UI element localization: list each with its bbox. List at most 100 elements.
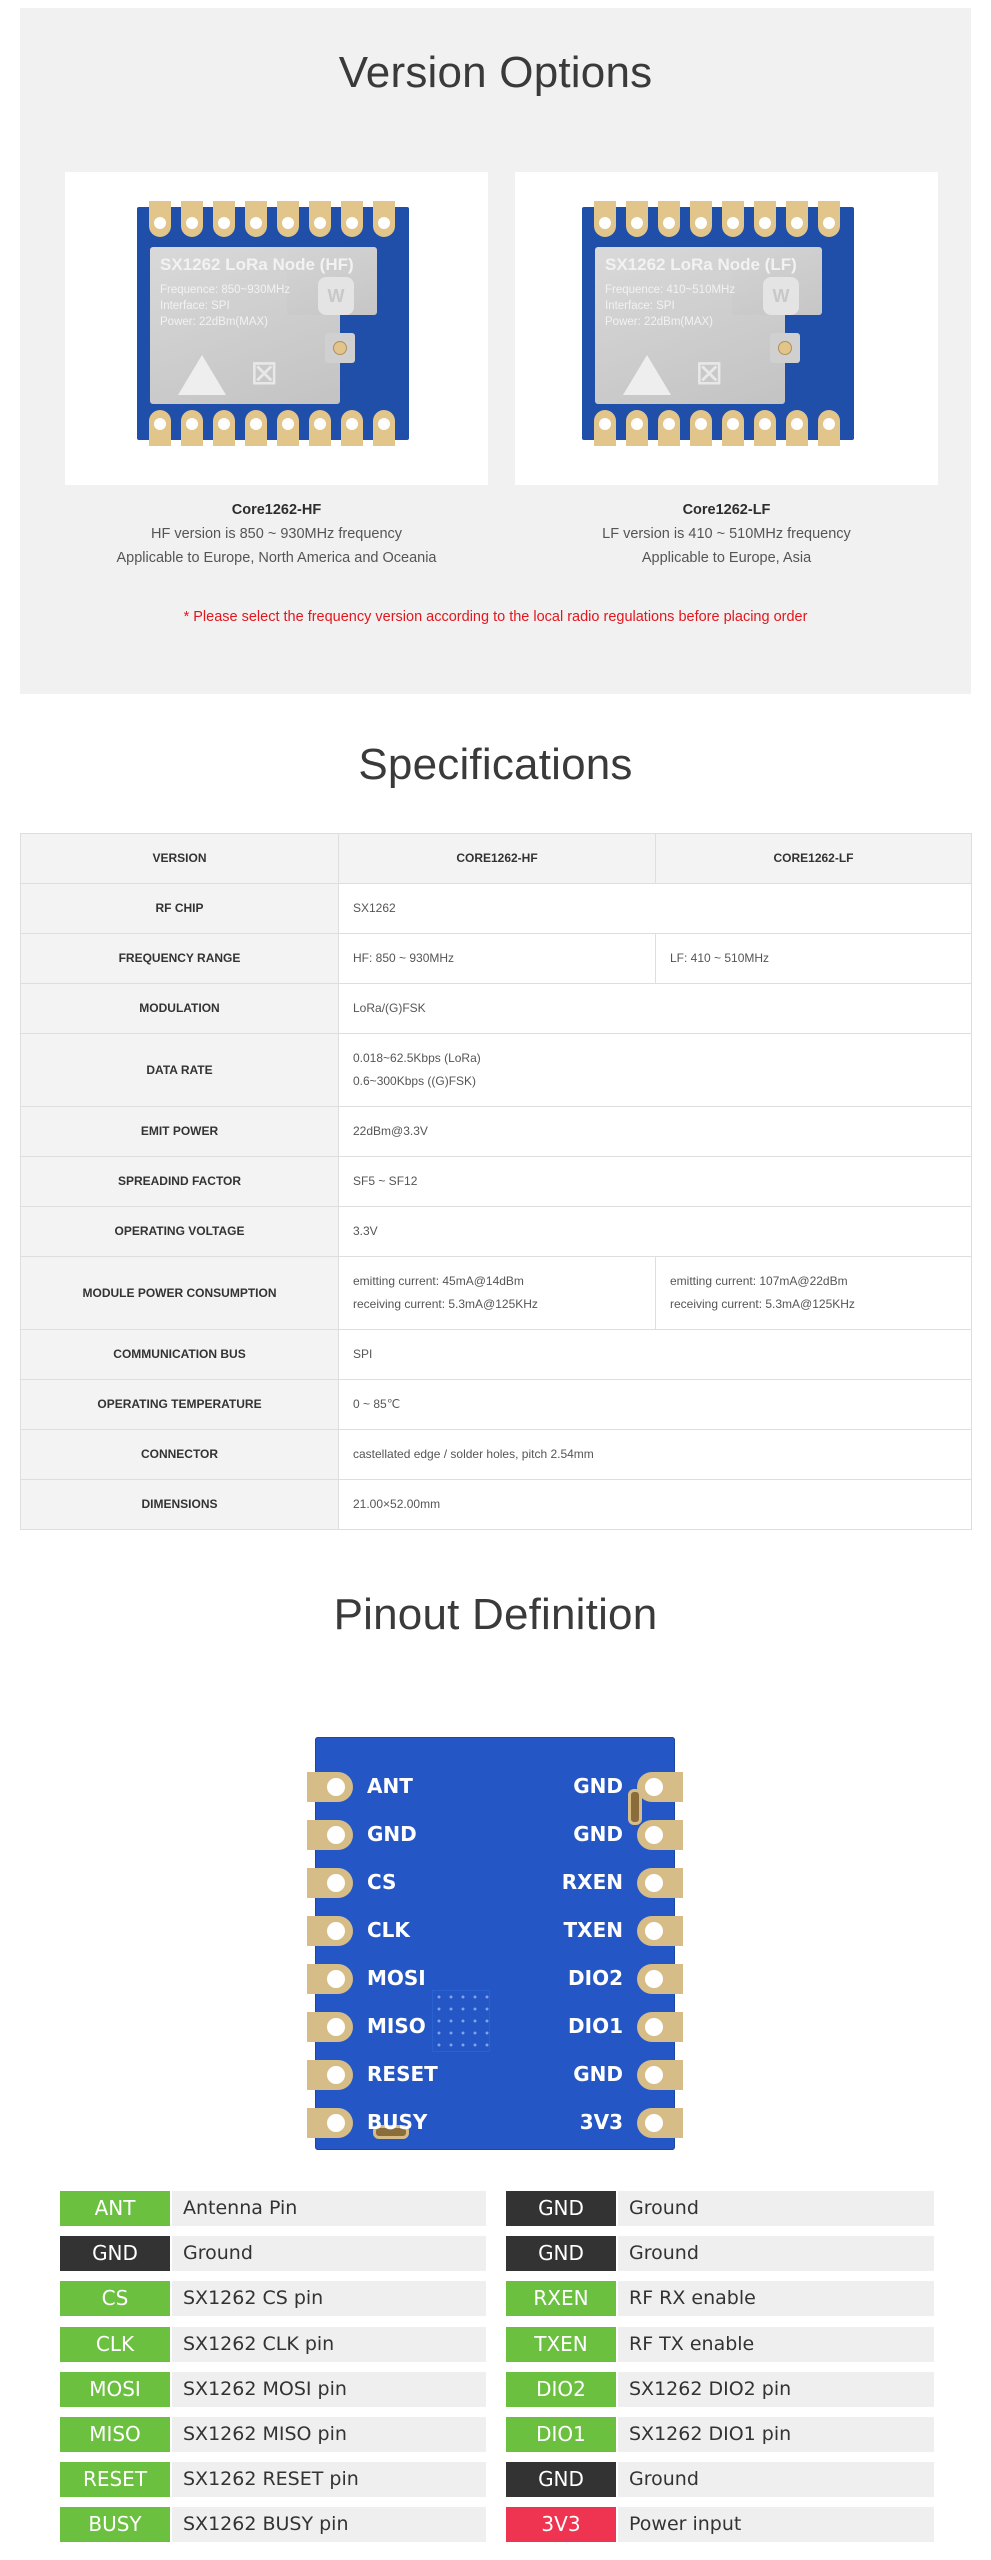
lf-module-image: SX1262 LoRa Node (LF) Frequence: 410~510…	[582, 201, 854, 446]
pin-row: RESET SX1262 RESET pin	[60, 2462, 486, 2497]
spec-key: MODULATION	[20, 983, 339, 1034]
table-row: DIMENSIONS 21.00×52.00mm	[20, 1479, 972, 1530]
pin-name-badge: BUSY	[60, 2507, 170, 2542]
board-pin-label-left: GND	[367, 1822, 417, 1846]
pin-name-badge: MOSI	[60, 2372, 170, 2407]
pin-row: ANT Antenna Pin	[60, 2191, 486, 2226]
pin-description: SX1262 MISO pin	[172, 2417, 486, 2452]
spec-value-line: emitting current: 107mA@22dBm	[670, 1274, 848, 1288]
pin-description: Ground	[618, 2191, 934, 2226]
pin-description: Antenna Pin	[172, 2191, 486, 2226]
pin-row: BUSY SX1262 BUSY pin	[60, 2507, 486, 2542]
table-row: CONNECTOR castellated edge / solder hole…	[20, 1429, 972, 1480]
pin-row: GND Ground	[506, 2191, 934, 2226]
frequency-regulation-note: * Please select the frequency version ac…	[183, 609, 808, 625]
spec-value-lf: emitting current: 107mA@22dBm receiving …	[655, 1256, 972, 1330]
spec-key: OPERATING TEMPERATURE	[20, 1379, 339, 1430]
board-pin-label-right: TXEN	[563, 1918, 623, 1942]
spec-value: 0.018~62.5Kbps (LoRa) 0.6~300Kbps ((G)FS…	[338, 1033, 972, 1107]
version-options-title: Version Options	[338, 48, 653, 97]
hf-module-power: Power: 22dBm(MAX)	[160, 316, 269, 328]
board-pin-label-left: CS	[367, 1870, 397, 1894]
spec-value: SX1262	[338, 883, 972, 934]
castellated-pad-left	[307, 1820, 353, 1850]
spec-key: FREQUENCY RANGE	[20, 933, 339, 984]
spec-value-hf: emitting current: 45mA@14dBm receiving c…	[338, 1256, 656, 1330]
pin-name-badge: RXEN	[506, 2281, 616, 2316]
spec-key: DATA RATE	[20, 1033, 339, 1107]
table-row: FREQUENCY RANGE HF: 850 ~ 930MHz LF: 410…	[20, 933, 972, 984]
pin-row: TXEN RF TX enable	[506, 2327, 934, 2362]
pin-name-badge: MISO	[60, 2417, 170, 2452]
lf-module-interface: Interface: SPI	[605, 300, 675, 312]
board-pin-label-right: 3V3	[579, 2110, 623, 2134]
pin-name-badge: DIO1	[506, 2417, 616, 2452]
spec-value: 22dBm@3.3V	[338, 1106, 972, 1157]
pin-row: CS SX1262 CS pin	[60, 2281, 486, 2316]
spec-key: COMMUNICATION BUS	[20, 1329, 339, 1380]
spec-value: SF5 ~ SF12	[338, 1156, 972, 1207]
pin-description: SX1262 DIO2 pin	[618, 2372, 934, 2407]
spec-value: 21.00×52.00mm	[338, 1479, 972, 1530]
table-row: COMMUNICATION BUS SPI	[20, 1329, 972, 1380]
board-pin-label-right: GND	[573, 1774, 623, 1798]
board-pin-label-left: ANT	[367, 1774, 413, 1798]
pin-name-badge: GND	[506, 2191, 616, 2226]
hf-product-card[interactable]: SX1262 LoRa Node (HF) Frequence: 850~930…	[65, 172, 488, 485]
ufl-antenna-connector-icon	[325, 333, 355, 363]
spec-value-line: receiving current: 5.3mA@125KHz	[670, 1297, 855, 1311]
lf-caption-title: Core1262-LF	[682, 502, 771, 518]
pin-description: Ground	[618, 2462, 934, 2497]
lf-caption-regions: Applicable to Europe, Asia	[641, 550, 812, 566]
spec-value-line: emitting current: 45mA@14dBm	[353, 1274, 524, 1288]
board-pin-label-left: RESET	[367, 2062, 438, 2086]
pin-row: CLK SX1262 CLK pin	[60, 2327, 486, 2362]
spec-key: RF CHIP	[20, 883, 339, 934]
pcb-via-grid	[432, 1990, 490, 2052]
castellated-pad-right	[637, 2108, 683, 2138]
spec-value: SPI	[338, 1329, 972, 1380]
castellated-pad-right	[637, 1964, 683, 1994]
spec-value-line: 0.018~62.5Kbps (LoRa)	[353, 1051, 481, 1065]
pin-name-badge: 3V3	[506, 2507, 616, 2542]
pin-description: RF RX enable	[618, 2281, 934, 2316]
waveshare-logo-icon: W	[763, 277, 799, 315]
pin-name-badge: CLK	[60, 2327, 170, 2362]
hf-caption: Core1262-HF HF version is 850 ~ 930MHz f…	[65, 498, 488, 570]
board-pin-label-left: MISO	[367, 2014, 426, 2038]
pin-name-badge: DIO2	[506, 2372, 616, 2407]
weee-bin-icon: ⊠	[695, 354, 724, 392]
spec-value: 3.3V	[338, 1206, 972, 1257]
pin-row: DIO1 SX1262 DIO1 pin	[506, 2417, 934, 2452]
pin-row: GND Ground	[60, 2236, 486, 2271]
hf-module-frequence: Frequence: 850~930MHz	[160, 284, 291, 296]
board-pin-label-right: GND	[573, 1822, 623, 1846]
spec-value-hf: HF: 850 ~ 930MHz	[338, 933, 656, 984]
spec-key: EMIT POWER	[20, 1106, 339, 1157]
lf-product-card[interactable]: SX1262 LoRa Node (LF) Frequence: 410~510…	[515, 172, 938, 485]
hf-caption-frequency: HF version is 850 ~ 930MHz frequency	[150, 526, 403, 542]
board-pin-label-left: MOSI	[367, 1966, 426, 1990]
table-row: MODULE POWER CONSUMPTION emitting curren…	[20, 1256, 972, 1330]
table-row: RF CHIP SX1262	[20, 883, 972, 934]
esd-warning-icon	[178, 355, 226, 395]
pin-description: Power input	[618, 2507, 934, 2542]
pinout-board-image: ANT GND CS CLK MOSI MISO RESET BUSY GND GND RXEN TX…	[307, 1737, 683, 2150]
board-pin-label-right: RXEN	[561, 1870, 623, 1894]
pin-description: Ground	[172, 2236, 486, 2271]
castellated-pad-right	[637, 2060, 683, 2090]
specifications-title: Specifications	[358, 740, 633, 789]
header-lf: CORE1262-LF	[655, 833, 972, 884]
pin-description: SX1262 CS pin	[172, 2281, 486, 2316]
pin-row: 3V3 Power input	[506, 2507, 934, 2542]
table-row: MODULATION LoRa/(G)FSK	[20, 983, 972, 1034]
board-pin-label-right: DIO1	[568, 2014, 623, 2038]
spec-value: castellated edge / solder holes, pitch 2…	[338, 1429, 972, 1480]
castellated-pad-left	[307, 1964, 353, 1994]
spec-value-line: 0.6~300Kbps ((G)FSK)	[353, 1074, 477, 1088]
spec-key: MODULE POWER CONSUMPTION	[20, 1256, 339, 1330]
spec-value-lf: LF: 410 ~ 510MHz	[655, 933, 972, 984]
weee-bin-icon: ⊠	[250, 354, 279, 392]
castellated-pad-left	[307, 2108, 353, 2138]
board-pin-label-left: BUSY	[367, 2110, 428, 2134]
